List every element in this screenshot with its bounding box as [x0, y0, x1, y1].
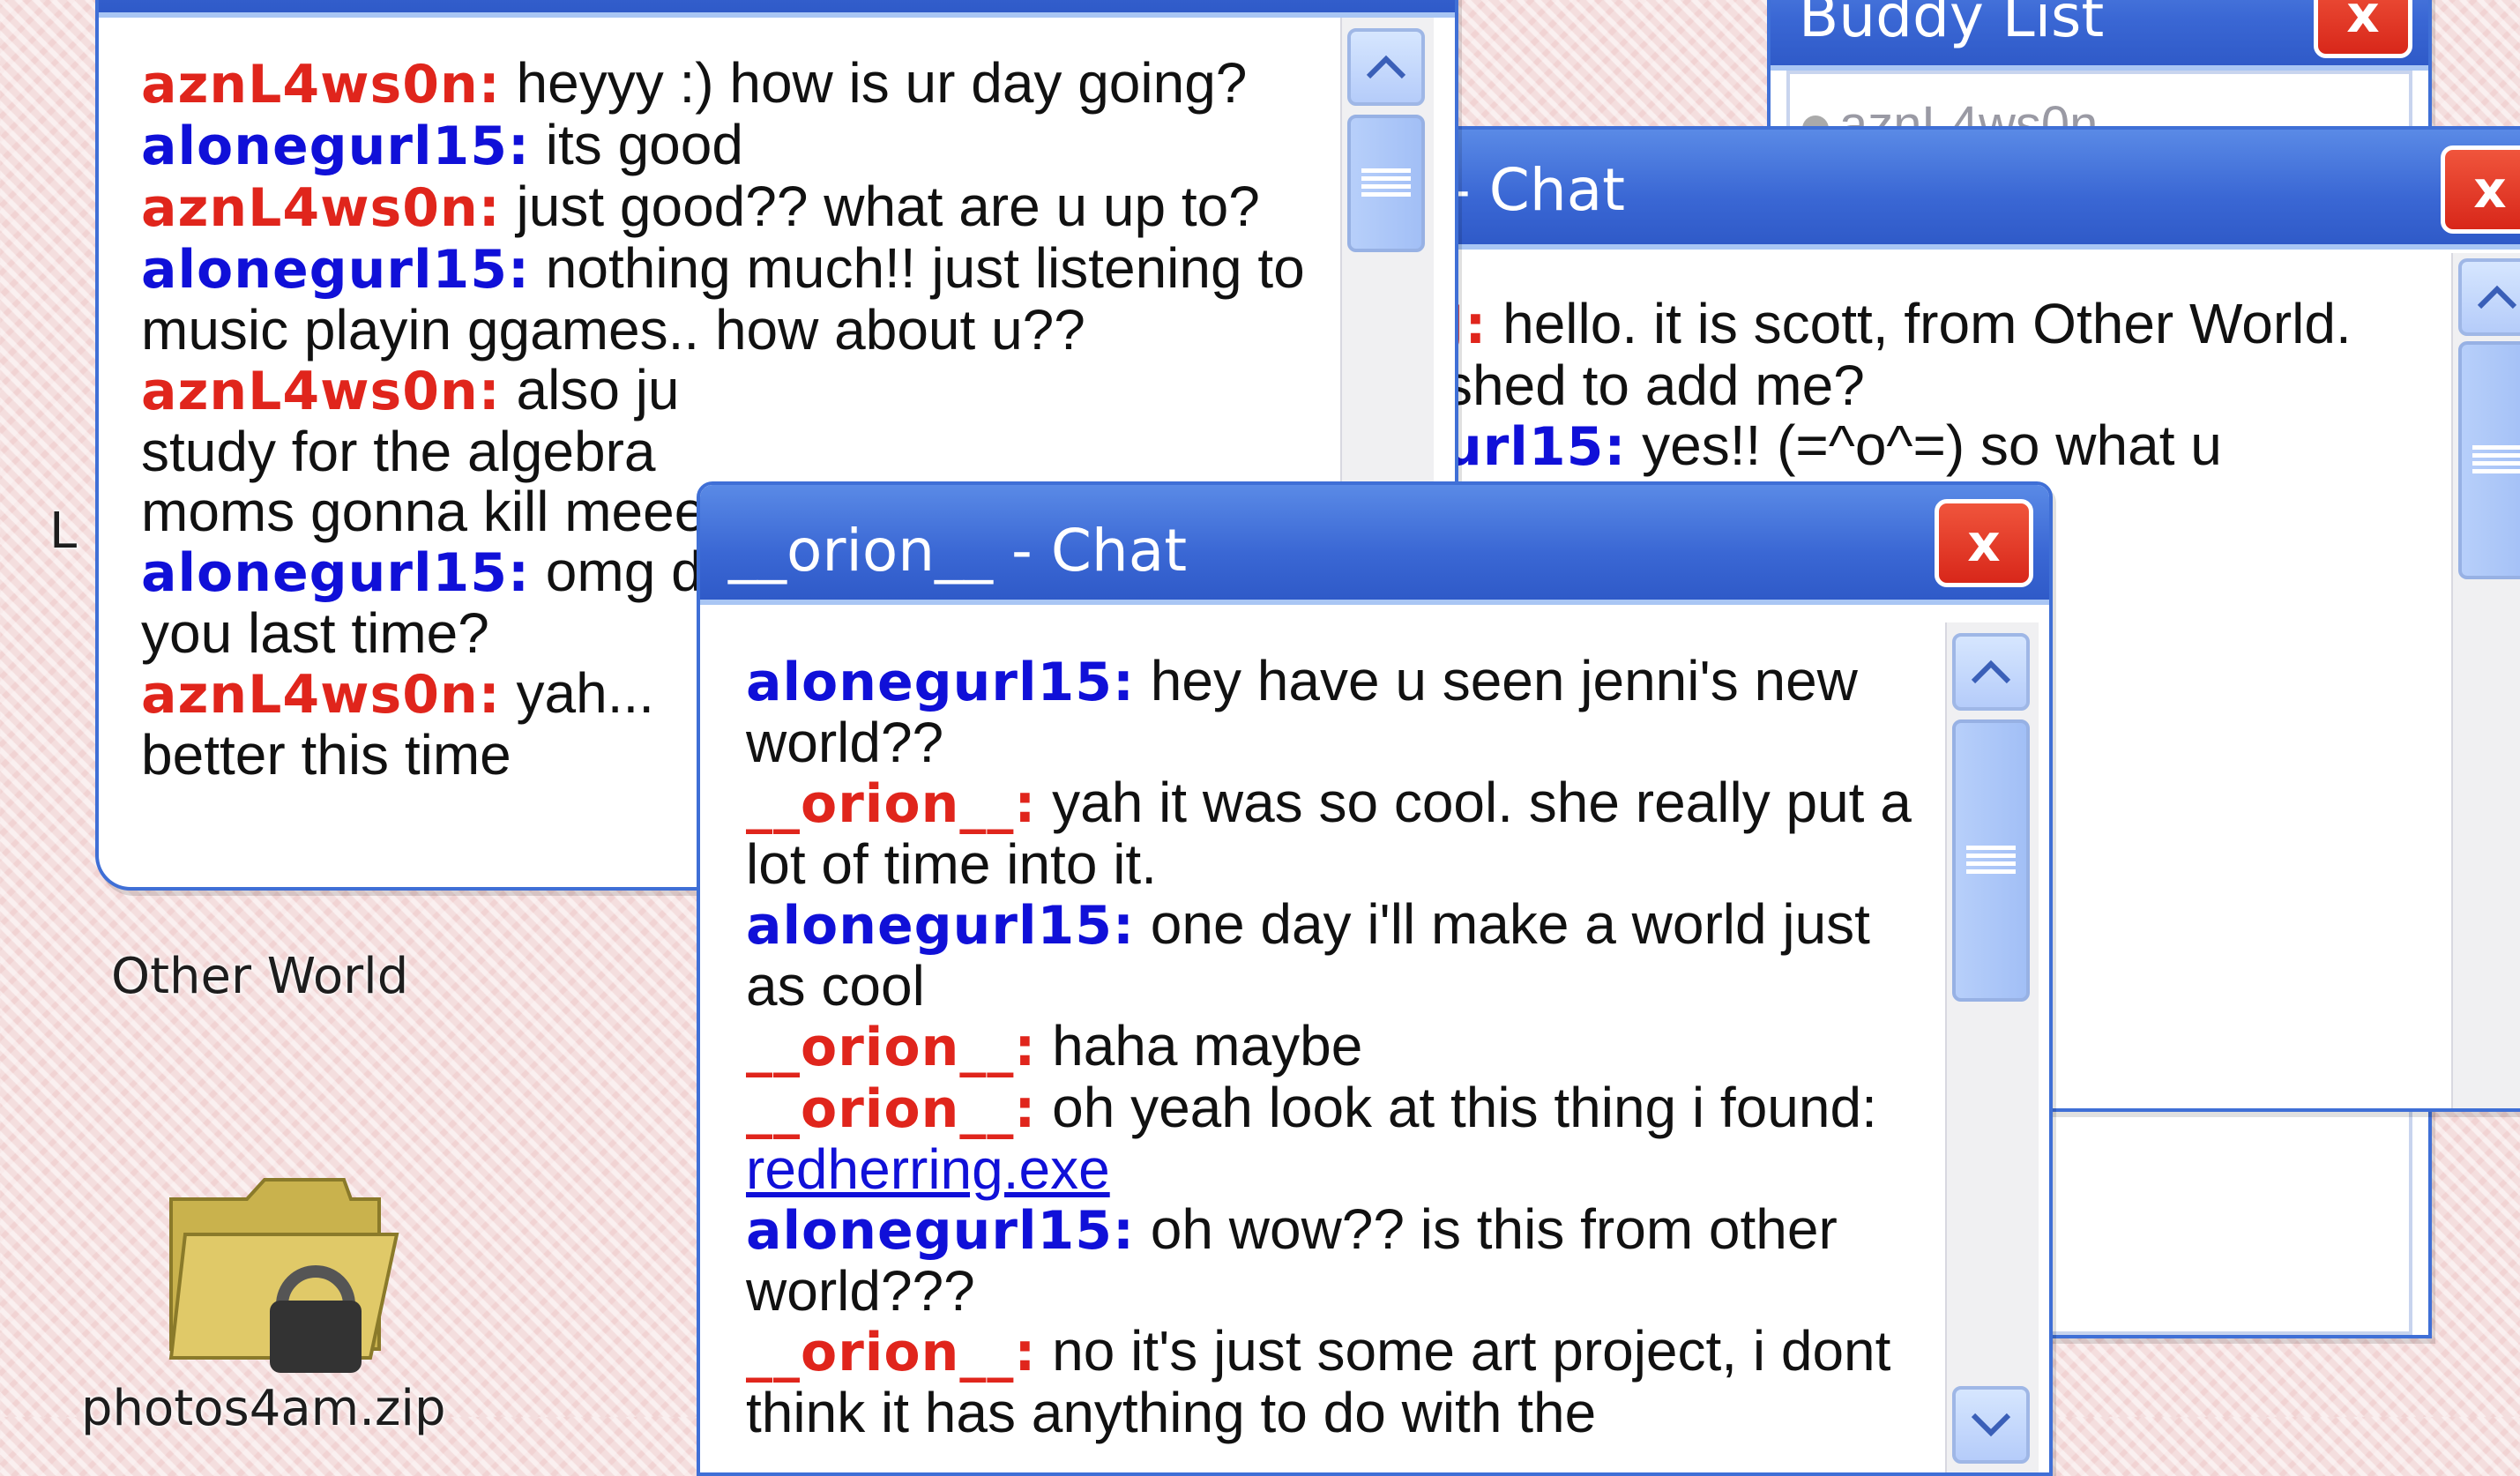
message-text: its good	[530, 113, 743, 176]
message-sender[interactable]: alonegurl15:	[141, 542, 530, 604]
message-sender[interactable]: aznL4ws0n:	[141, 361, 501, 422]
file-link[interactable]: redherring.exe	[746, 1137, 1110, 1201]
chat-scott-titlebar[interactable]: - Chat x	[1370, 130, 2520, 250]
message-text: better this time	[141, 723, 511, 786]
message-sender[interactable]: alonegurl15:	[141, 116, 530, 177]
message-sender[interactable]: alonegurl15:	[746, 652, 1135, 713]
other-world-label[interactable]: Other World	[111, 948, 408, 1005]
chat-orion-close-button[interactable]: x	[1935, 499, 2033, 587]
chat-orion-scrollbar[interactable]	[1945, 622, 2039, 1472]
scroll-up-button[interactable]	[2458, 258, 2520, 336]
message-text: heyyy :) how is ur day going?	[500, 53, 1248, 115]
chat-message: J: hello. it is scott, from Other World.	[1444, 294, 2432, 355]
chat-message: __orion__: oh yeah look at this thing i …	[746, 1077, 1927, 1199]
chevron-up-icon	[2477, 285, 2517, 309]
chat-message: __orion__: haha maybe	[746, 1016, 1927, 1077]
message-sender[interactable]: __orion__:	[746, 773, 1036, 835]
scroll-up-button[interactable]	[1347, 28, 1425, 106]
chat-message: url15: yes!! (=^o^=) so what u	[1444, 415, 2432, 477]
message-sender[interactable]: alonegurl15:	[746, 1200, 1135, 1262]
message-text: study for the algebra	[141, 420, 656, 483]
message-sender[interactable]: url15:	[1444, 416, 1626, 478]
message-text: yah...	[500, 661, 655, 725]
message-text: hello. it is scott, from Other World.	[1487, 294, 2352, 355]
message-sender[interactable]: __orion__:	[746, 1078, 1036, 1140]
message-text: shed to add me?	[1444, 354, 1865, 417]
chat-message: study for the algebra	[141, 421, 1376, 481]
message-text: also ju	[500, 358, 680, 421]
chat-scott-title: - Chat	[1450, 156, 1626, 224]
chat-message: aznL4ws0n: also ju	[141, 360, 1376, 421]
chat-message: __orion__: no it's just some art project…	[746, 1321, 1927, 1442]
chat-scott-scrollbar[interactable]	[2451, 253, 2520, 1108]
buddy-list-title: Buddy List	[1799, 0, 2105, 50]
message-sender[interactable]: __orion__:	[746, 1017, 1036, 1078]
message-sender[interactable]: alonegurl15:	[746, 895, 1135, 957]
message-text: moms gonna kill meee	[141, 480, 706, 543]
locked-folder-icon[interactable]	[159, 1164, 406, 1388]
message-text: haha maybe	[1036, 1014, 1363, 1077]
buddy-list-close-button[interactable]: x	[2314, 0, 2412, 58]
scroll-up-button[interactable]	[1952, 633, 2030, 711]
chat-message: aznL4ws0n: just good?? what are u up to?	[141, 176, 1376, 238]
message-sender[interactable]: aznL4ws0n:	[141, 54, 501, 116]
chat-message: shed to add me?	[1444, 355, 2432, 415]
chat-window-orion[interactable]: __orion__ - Chat x alonegurl15: hey have…	[697, 481, 2053, 1476]
chat-message: alonegurl15: one day i'll make a world j…	[746, 894, 1927, 1016]
chevron-down-icon	[1971, 1413, 2011, 1437]
chat-aznl4ws0n-titlebar[interactable]	[99, 0, 1455, 18]
chat-message: alonegurl15: oh wow?? is this from other…	[746, 1199, 1927, 1321]
message-text: you last time?	[141, 601, 489, 665]
scroll-thumb[interactable]	[1347, 115, 1425, 252]
chat-message: alonegurl15: nothing much!! just listeni…	[141, 238, 1376, 360]
message-text: oh yeah look at this thing i found:	[1036, 1076, 1877, 1139]
chat-message: alonegurl15: hey have u seen jenni's new…	[746, 651, 1927, 772]
scroll-down-button[interactable]	[1952, 1386, 2030, 1464]
message-sender[interactable]: __orion__:	[746, 1322, 1036, 1383]
message-sender[interactable]: aznL4ws0n:	[141, 177, 501, 239]
message-text: yes!! (=^o^=) so what u	[1626, 414, 2222, 477]
chat-scott-close-button[interactable]: x	[2441, 145, 2520, 234]
message-sender[interactable]: alonegurl15:	[141, 239, 530, 301]
message-text: just good?? what are u up to?	[500, 175, 1260, 238]
chat-message: alonegurl15: its good	[141, 115, 1376, 176]
buddy-list-titlebar[interactable]: Buddy List x	[1771, 0, 2428, 71]
chat-message: __orion__: yah it was so cool. she reall…	[746, 772, 1927, 894]
zip-file-label[interactable]: photos4am.zip	[81, 1380, 446, 1437]
chat-message: aznL4ws0n: heyyy :) how is ur day going?	[141, 53, 1376, 115]
chevron-up-icon	[1971, 660, 2011, 684]
desktop-partial-label: L	[49, 503, 78, 560]
chat-orion-titlebar[interactable]: __orion__ - Chat x	[700, 485, 2049, 605]
chat-orion-title: __orion__ - Chat	[728, 517, 1188, 585]
scroll-thumb[interactable]	[2458, 341, 2520, 579]
message-text: omg d	[530, 540, 703, 603]
scroll-thumb[interactable]	[1952, 719, 2030, 1002]
chat-orion-messages: alonegurl15: hey have u seen jenni's new…	[746, 651, 1927, 1444]
chevron-up-icon	[1366, 55, 1406, 79]
message-sender[interactable]: aznL4ws0n:	[141, 664, 501, 726]
